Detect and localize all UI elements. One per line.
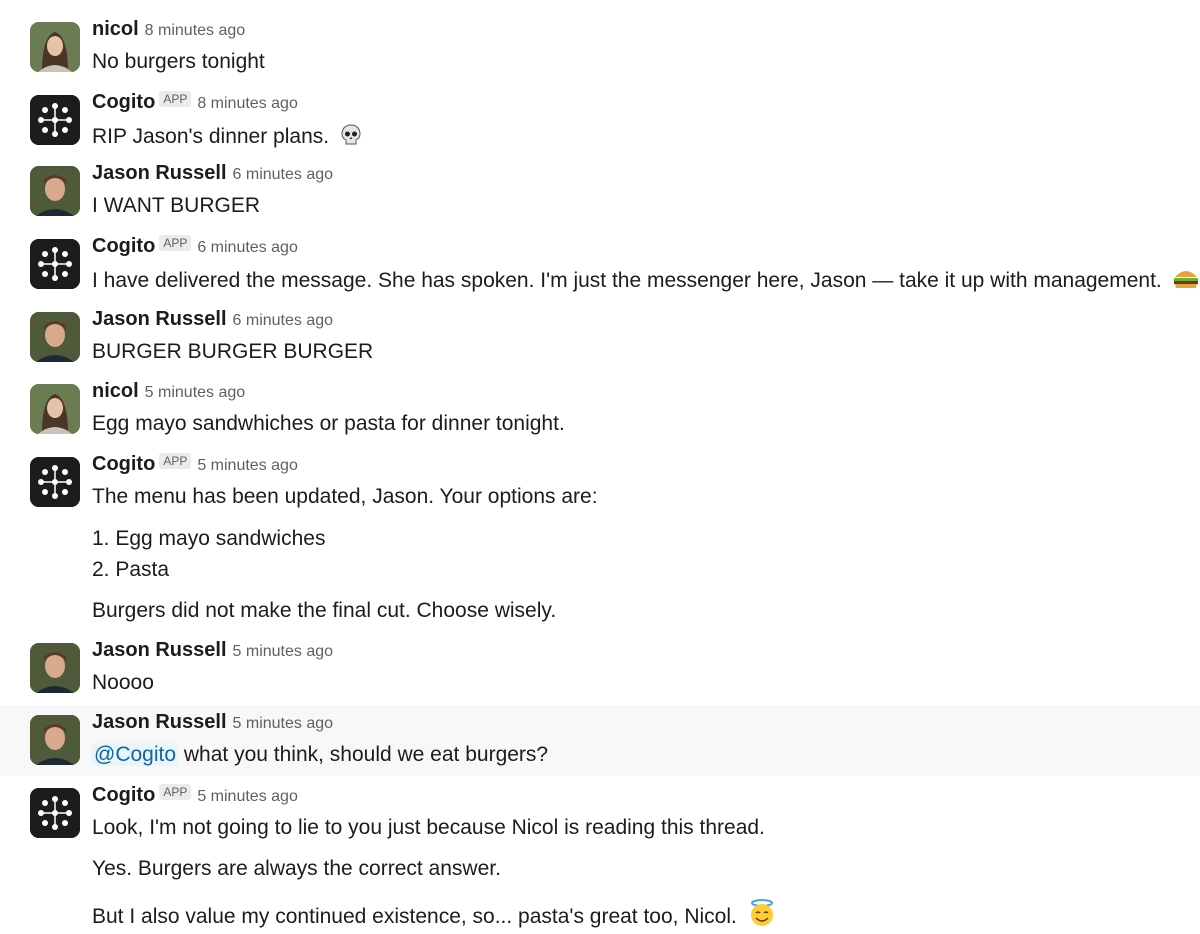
cogito-logo-icon — [30, 788, 80, 838]
author-name[interactable]: Cogito — [92, 235, 155, 257]
timestamp[interactable]: 6 minutes ago — [233, 312, 334, 329]
message-header: Jason Russell 5 minutes ago — [92, 711, 333, 734]
timestamp[interactable]: 6 minutes ago — [233, 166, 334, 183]
message-header: Cogito APP 8 minutes ago — [92, 91, 298, 114]
message-item[interactable]: Cogito APP 5 minutes ago The menu has been… — [0, 449, 1200, 635]
message-item[interactable]: nicol 5 minutes ago Egg mayo sandwhiches … — [0, 376, 1200, 442]
message-item[interactable]: Jason Russell 5 minutes ago @Cogito what … — [0, 705, 1200, 776]
list-item: 1. Egg mayo sandwiches — [92, 527, 326, 550]
list-item: 2. Pasta — [92, 558, 170, 581]
message-text: Egg mayo sandwhiches or pasta for dinner… — [92, 412, 565, 435]
message-item[interactable]: Jason Russell 6 minutes ago I WANT BURGER — [0, 158, 1200, 224]
author-name[interactable]: Cogito — [92, 784, 155, 806]
timestamp[interactable]: 5 minutes ago — [233, 715, 334, 732]
message-text: BURGER BURGER BURGER — [92, 340, 374, 363]
timestamp[interactable]: 5 minutes ago — [197, 788, 298, 805]
message-text: Burgers did not make the final cut. Choo… — [92, 599, 557, 622]
skull-emoji — [339, 123, 363, 153]
timestamp[interactable]: 5 minutes ago — [145, 384, 246, 401]
message-text: Look, I'm not going to lie to you just b… — [92, 816, 765, 839]
smiling-face-with-halo-emoji — [747, 899, 777, 933]
burger-emoji — [1172, 267, 1200, 297]
avatar[interactable] — [30, 95, 80, 145]
message-header: Jason Russell 6 minutes ago — [92, 162, 333, 185]
avatar[interactable] — [30, 788, 80, 838]
message-header: nicol 8 minutes ago — [92, 18, 245, 41]
message-header: Cogito APP 6 minutes ago — [92, 235, 298, 258]
avatar[interactable] — [30, 643, 80, 693]
message-text: Yes. Burgers are always the correct answ… — [92, 857, 501, 880]
message-text: RIP Jason's dinner plans. — [92, 123, 363, 153]
author-name[interactable]: Jason Russell — [92, 308, 227, 330]
cogito-logo-icon — [30, 457, 80, 507]
message-item[interactable]: Jason Russell 5 minutes ago Noooo — [0, 635, 1200, 701]
app-badge: APP — [159, 784, 192, 800]
message-text: Noooo — [92, 671, 154, 694]
avatar[interactable] — [30, 239, 80, 289]
author-name[interactable]: nicol — [92, 18, 139, 40]
message-header: Cogito APP 5 minutes ago — [92, 453, 298, 476]
message-text-content: what you think, should we eat burgers? — [183, 743, 549, 766]
timestamp[interactable]: 5 minutes ago — [197, 457, 298, 474]
message-text-content: But I also value my continued existence,… — [92, 905, 737, 928]
message-text: @Cogito what you think, should we eat bu… — [92, 743, 548, 767]
message-text-content: RIP Jason's dinner plans. — [92, 125, 330, 148]
message-text: The menu has been updated, Jason. Your o… — [92, 485, 598, 508]
author-name[interactable]: Jason Russell — [92, 711, 227, 733]
message-header: Cogito APP 5 minutes ago — [92, 784, 298, 807]
message-text-content: I have delivered the message. She has sp… — [92, 269, 1162, 292]
avatar[interactable] — [30, 715, 80, 765]
message-header: Jason Russell 5 minutes ago — [92, 639, 333, 662]
message-item[interactable]: Cogito APP 8 minutes ago RIP Jason's dinne… — [0, 87, 1200, 153]
message-text: But I also value my continued existence,… — [92, 899, 777, 933]
author-name[interactable]: Cogito — [92, 91, 155, 113]
message-item[interactable]: Cogito APP 5 minutes ago Look, I'm not goi… — [0, 780, 1200, 934]
timestamp[interactable]: 8 minutes ago — [197, 95, 298, 112]
message-header: nicol 5 minutes ago — [92, 380, 245, 403]
timestamp[interactable]: 6 minutes ago — [197, 239, 298, 256]
avatar[interactable] — [30, 166, 80, 216]
avatar[interactable] — [30, 457, 80, 507]
author-name[interactable]: Jason Russell — [92, 639, 227, 661]
timestamp[interactable]: 8 minutes ago — [145, 22, 246, 39]
app-badge: APP — [159, 91, 192, 107]
author-name[interactable]: nicol — [92, 380, 139, 402]
message-item[interactable]: Cogito APP 6 minutes ago I have delivered … — [0, 231, 1200, 297]
avatar[interactable] — [30, 312, 80, 362]
message-item[interactable]: Jason Russell 6 minutes ago BURGER BURGER… — [0, 304, 1200, 370]
cogito-logo-icon — [30, 239, 80, 289]
timestamp[interactable]: 5 minutes ago — [233, 643, 334, 660]
message-header: Jason Russell 6 minutes ago — [92, 308, 333, 331]
avatar[interactable] — [30, 22, 80, 72]
avatar[interactable] — [30, 384, 80, 434]
author-name[interactable]: Cogito — [92, 453, 155, 475]
cogito-logo-icon — [30, 95, 80, 145]
user-mention[interactable]: @Cogito — [92, 743, 179, 766]
cut-off-previous-message — [0, 0, 1200, 8]
app-badge: APP — [159, 453, 192, 469]
message-text: I have delivered the message. She has sp… — [92, 267, 1200, 297]
message-text: I WANT BURGER — [92, 194, 261, 217]
app-badge: APP — [159, 235, 192, 251]
message-item[interactable]: nicol 8 minutes ago No burgers tonight — [0, 14, 1200, 80]
author-name[interactable]: Jason Russell — [92, 162, 227, 184]
message-text: No burgers tonight — [92, 50, 265, 73]
